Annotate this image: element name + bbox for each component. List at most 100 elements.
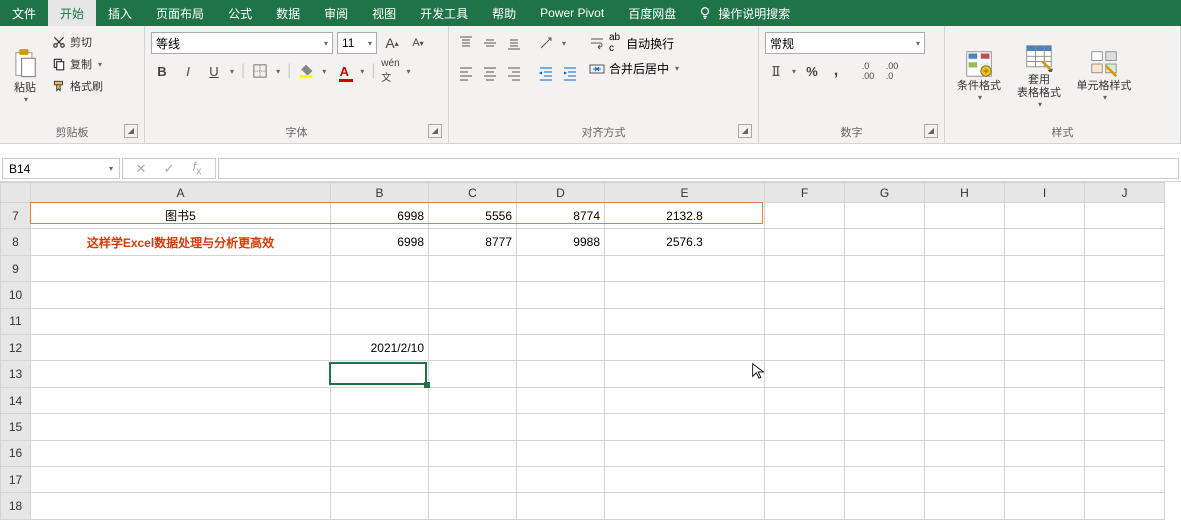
cell[interactable] — [429, 387, 517, 413]
cell[interactable] — [765, 440, 845, 466]
cancel-formula-button[interactable]: ✕ — [127, 161, 155, 177]
cell[interactable] — [31, 414, 331, 440]
cell[interactable] — [1005, 493, 1085, 520]
cell[interactable] — [517, 308, 605, 334]
column-header[interactable]: I — [1005, 183, 1085, 203]
cell[interactable] — [429, 255, 517, 281]
font-color-button[interactable]: A — [333, 60, 355, 82]
cell[interactable] — [605, 440, 765, 466]
cut-button[interactable]: 剪切 — [48, 32, 107, 52]
tab-view[interactable]: 视图 — [360, 0, 408, 26]
cell[interactable] — [331, 414, 429, 440]
row-header[interactable]: 15 — [1, 414, 31, 440]
column-header[interactable]: H — [925, 183, 1005, 203]
cell[interactable] — [429, 414, 517, 440]
cell[interactable] — [765, 203, 845, 229]
cell[interactable] — [1085, 414, 1165, 440]
tab-developer[interactable]: 开发工具 — [408, 0, 480, 26]
cell[interactable] — [925, 467, 1005, 493]
cell[interactable] — [765, 361, 845, 387]
tab-help[interactable]: 帮助 — [480, 0, 528, 26]
cell[interactable] — [925, 308, 1005, 334]
cell[interactable]: 6998 — [331, 229, 429, 255]
column-header[interactable]: E — [605, 183, 765, 203]
cell[interactable] — [845, 229, 925, 255]
cell[interactable] — [1005, 440, 1085, 466]
chevron-down-icon[interactable]: ▾ — [789, 67, 799, 76]
chevron-down-icon[interactable]: ▾ — [559, 39, 569, 48]
row-header[interactable]: 7 — [1, 203, 31, 229]
font-dialog-launcher[interactable]: ◢ — [428, 124, 442, 138]
cell[interactable] — [429, 440, 517, 466]
cell[interactable] — [31, 335, 331, 361]
cell[interactable] — [517, 335, 605, 361]
cell[interactable] — [429, 282, 517, 308]
row-header[interactable]: 10 — [1, 282, 31, 308]
cell[interactable] — [1085, 282, 1165, 308]
tab-data[interactable]: 数据 — [264, 0, 312, 26]
column-header[interactable]: G — [845, 183, 925, 203]
cell[interactable] — [925, 203, 1005, 229]
cell[interactable] — [331, 361, 429, 387]
cell[interactable] — [1085, 440, 1165, 466]
insert-function-button[interactable]: fx — [183, 159, 211, 178]
tab-file[interactable]: 文件 — [0, 0, 48, 26]
fill-color-button[interactable] — [295, 60, 317, 82]
cell[interactable] — [845, 282, 925, 308]
tab-formulas[interactable]: 公式 — [216, 0, 264, 26]
select-all-corner[interactable] — [1, 183, 31, 203]
cell[interactable] — [925, 414, 1005, 440]
cell[interactable] — [1005, 203, 1085, 229]
align-bottom-button[interactable] — [503, 32, 525, 54]
cell[interactable] — [31, 282, 331, 308]
cell[interactable] — [331, 255, 429, 281]
row-header[interactable]: 12 — [1, 335, 31, 361]
cell[interactable] — [1005, 229, 1085, 255]
cell[interactable] — [845, 203, 925, 229]
tab-home[interactable]: 开始 — [48, 0, 96, 26]
cell[interactable] — [517, 493, 605, 520]
chevron-down-icon[interactable]: ▾ — [357, 67, 367, 76]
format-painter-button[interactable]: 格式刷 — [48, 76, 107, 96]
cell[interactable] — [429, 361, 517, 387]
cell[interactable]: 9988 — [517, 229, 605, 255]
cell[interactable] — [925, 361, 1005, 387]
cell[interactable]: 2021/2/10 — [331, 335, 429, 361]
cell[interactable] — [1005, 414, 1085, 440]
cell[interactable] — [605, 308, 765, 334]
cell[interactable] — [845, 467, 925, 493]
tab-powerpivot[interactable]: Power Pivot — [528, 0, 616, 26]
chevron-down-icon[interactable]: ▾ — [319, 67, 329, 76]
cell[interactable] — [765, 387, 845, 413]
cell[interactable] — [429, 308, 517, 334]
cell[interactable] — [429, 335, 517, 361]
increase-decimal-button[interactable]: .0.00 — [857, 60, 879, 82]
row-header[interactable]: 9 — [1, 255, 31, 281]
cell[interactable] — [517, 414, 605, 440]
cell[interactable] — [429, 467, 517, 493]
phonetic-button[interactable]: wén文 — [379, 60, 401, 82]
cell[interactable] — [1085, 308, 1165, 334]
cell[interactable] — [31, 308, 331, 334]
align-top-button[interactable] — [455, 32, 477, 54]
chevron-down-icon[interactable]: ▾ — [403, 67, 413, 76]
name-box[interactable]: B14 ▾ — [2, 158, 120, 179]
cell[interactable] — [517, 361, 605, 387]
decrease-indent-button[interactable] — [535, 62, 557, 84]
cell[interactable] — [1085, 229, 1165, 255]
cell-styles-button[interactable]: 单元格样式 ▾ — [1069, 30, 1139, 122]
cell[interactable] — [925, 282, 1005, 308]
cell[interactable] — [605, 414, 765, 440]
increase-font-button[interactable]: A▴ — [381, 32, 403, 54]
cell[interactable] — [31, 467, 331, 493]
cell[interactable] — [765, 493, 845, 520]
cell[interactable] — [605, 387, 765, 413]
row-header[interactable]: 8 — [1, 229, 31, 255]
cell[interactable] — [331, 282, 429, 308]
tab-page-layout[interactable]: 页面布局 — [144, 0, 216, 26]
cell[interactable] — [845, 440, 925, 466]
cell[interactable] — [331, 308, 429, 334]
tab-insert[interactable]: 插入 — [96, 0, 144, 26]
align-middle-button[interactable] — [479, 32, 501, 54]
cell[interactable] — [1005, 387, 1085, 413]
